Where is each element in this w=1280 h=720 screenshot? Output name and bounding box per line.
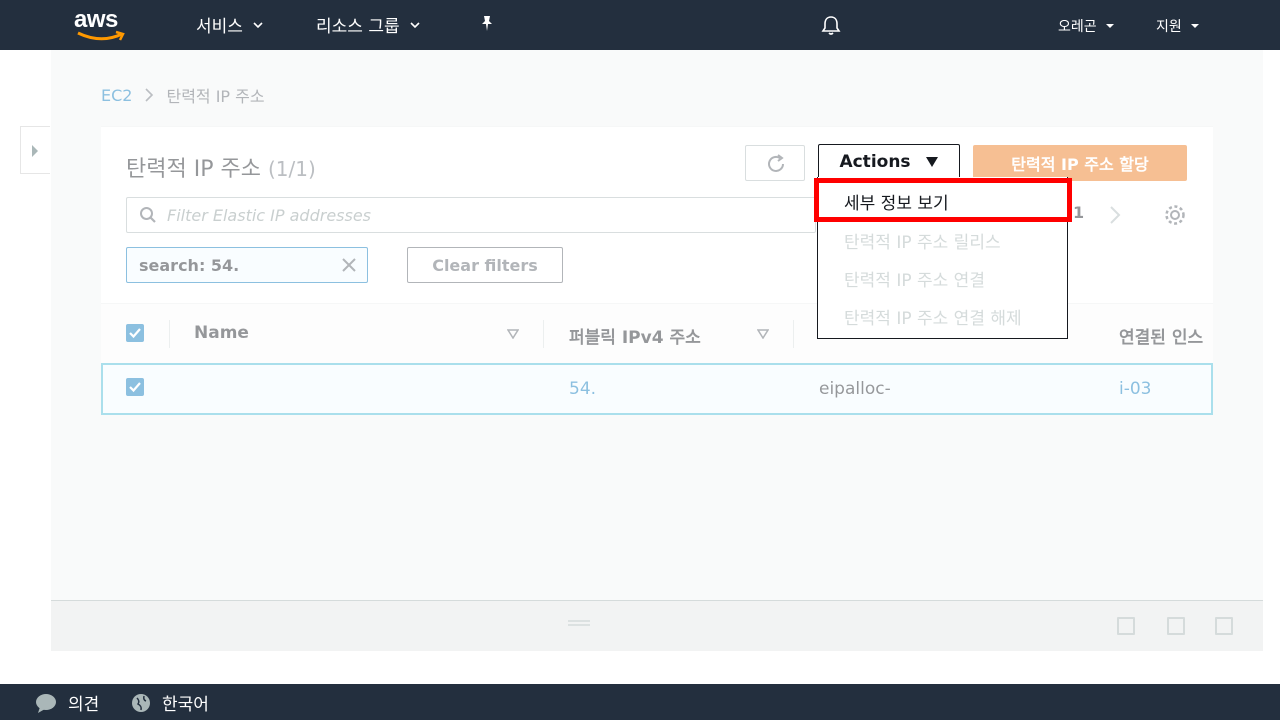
language-label: 한국어 <box>162 695 209 715</box>
bell-icon[interactable] <box>820 14 842 36</box>
services-label: 서비스 <box>196 17 243 37</box>
chevron-down-icon <box>1190 24 1199 28</box>
chevron-down-icon <box>1105 24 1114 28</box>
language-selector[interactable]: 한국어 <box>130 690 209 715</box>
refresh-icon <box>768 154 784 172</box>
page-number[interactable]: 1 <box>1073 203 1084 222</box>
menu-item-release-eip: 탄력적 IP 주소 릴리스 <box>844 233 1001 253</box>
column-header-name[interactable]: Name <box>194 323 249 343</box>
refresh-button[interactable] <box>745 145 805 181</box>
actions-dropdown-menu: 세부 정보 보기 탄력적 IP 주소 릴리스 탄력적 IP 주소 연결 탄력적 … <box>817 177 1068 339</box>
page-title: 탄력적 IP 주소 (1/1) <box>126 151 316 183</box>
column-header-public-ip[interactable]: 퍼블릭 IPv4 주소 <box>569 323 701 348</box>
speech-bubble-icon <box>36 693 56 713</box>
gear-icon[interactable] <box>1163 203 1187 227</box>
region-label: 오레곤 <box>1058 19 1097 35</box>
chevron-down-icon <box>410 21 420 28</box>
row-instance-link[interactable]: i-03 <box>1119 379 1152 399</box>
filter-placeholder: Filter Elastic IP addresses <box>167 205 372 225</box>
aws-smile-icon <box>77 30 125 41</box>
actions-label: Actions <box>839 152 911 172</box>
chevron-right-icon[interactable] <box>1109 205 1121 225</box>
column-separator <box>543 320 544 348</box>
drag-handle-icon[interactable] <box>568 619 590 627</box>
breadcrumb-ec2-link[interactable]: EC2 <box>101 86 132 105</box>
resource-groups-menu[interactable]: 리소스 그룹 <box>316 12 420 37</box>
region-menu[interactable]: 오레곤 <box>1058 16 1115 36</box>
allocate-elastic-ip-button[interactable]: 탄력적 IP 주소 할당 <box>973 145 1187 181</box>
column-separator <box>793 320 794 348</box>
split-full-icon[interactable] <box>1215 617 1233 635</box>
chevron-right-icon <box>145 88 154 102</box>
clear-filters-button[interactable]: Clear filters <box>407 247 563 283</box>
globe-icon <box>132 693 150 712</box>
sort-down-icon[interactable] <box>757 329 769 339</box>
chevron-right-icon <box>32 145 38 157</box>
row-allocation-id: eipalloc- <box>819 379 891 399</box>
table-row[interactable]: 54. eipalloc- i-03 <box>101 363 1213 415</box>
support-menu[interactable]: 지원 <box>1156 16 1200 36</box>
feedback-link[interactable]: 의견 <box>34 690 99 715</box>
right-edge <box>1263 50 1280 684</box>
column-header-instance[interactable]: 연결된 인스 <box>1119 323 1203 348</box>
filter-input[interactable]: Filter Elastic IP addresses <box>126 197 816 233</box>
breadcrumb-current: 탄력적 IP 주소 <box>166 87 265 106</box>
support-label: 지원 <box>1156 19 1182 35</box>
filter-token[interactable]: search: 54. <box>126 247 368 283</box>
checkmark-icon <box>129 382 141 393</box>
panel-title-text: 탄력적 IP 주소 <box>126 157 261 182</box>
breadcrumb: EC2 탄력적 IP 주소 <box>101 83 265 107</box>
bottom-bar: 의견 한국어 <box>0 684 1280 720</box>
split-bottom-icon[interactable] <box>1117 617 1135 635</box>
services-menu[interactable]: 서비스 <box>196 12 263 37</box>
menu-item-associate-eip: 탄력적 IP 주소 연결 <box>844 271 985 291</box>
row-checkbox[interactable] <box>126 378 144 396</box>
search-icon <box>140 207 156 223</box>
main-content: EC2 탄력적 IP 주소 탄력적 IP 주소 (1/1) 탄력적 IP 주소 … <box>51 50 1263 600</box>
caret-down-icon <box>925 157 938 167</box>
split-panel-footer <box>51 600 1263 651</box>
menu-item-view-details[interactable]: 세부 정보 보기 <box>844 189 949 214</box>
menu-item-disassociate-eip: 탄력적 IP 주소 연결 해제 <box>844 309 1022 329</box>
sort-down-icon[interactable] <box>507 329 519 339</box>
row-public-ip-link[interactable]: 54. <box>569 379 596 399</box>
filter-token-text: search: 54. <box>139 255 240 275</box>
feedback-label: 의견 <box>68 695 100 715</box>
checkmark-icon <box>129 328 141 339</box>
chevron-down-icon <box>253 21 263 28</box>
select-all-checkbox[interactable] <box>126 324 144 342</box>
resource-groups-label: 리소스 그룹 <box>316 17 400 37</box>
selection-count: (1/1) <box>267 157 316 181</box>
side-nav-toggle[interactable] <box>20 126 50 174</box>
actions-dropdown-button[interactable]: Actions <box>818 144 960 180</box>
column-separator <box>169 320 170 348</box>
split-side-icon[interactable] <box>1167 617 1185 635</box>
pin-icon[interactable] <box>478 14 496 32</box>
top-navigation-bar: aws 서비스 리소스 그룹 오레곤 지원 <box>0 0 1280 50</box>
aws-logo[interactable]: aws <box>74 6 132 42</box>
close-icon[interactable] <box>341 257 357 273</box>
